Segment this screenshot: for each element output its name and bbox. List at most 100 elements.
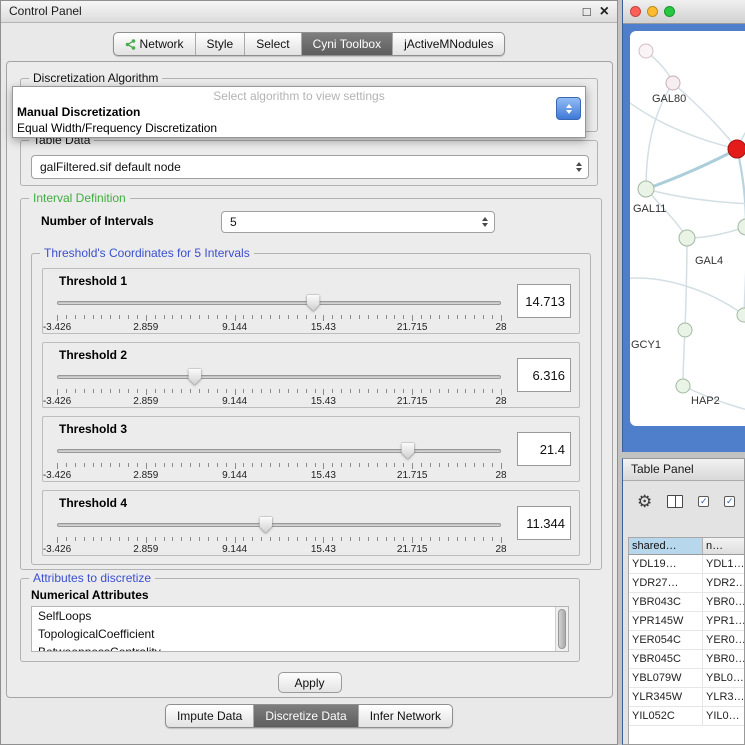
network-node[interactable]	[728, 140, 745, 158]
combobox-arrows-icon[interactable]	[556, 97, 581, 120]
table-cell[interactable]: YBL079W	[629, 669, 703, 687]
tab-cyni-toolbox[interactable]: Cyni Toolbox	[301, 33, 392, 55]
slider-handle[interactable]	[259, 517, 272, 533]
tick-mark	[332, 463, 333, 467]
threshold-value-field[interactable]	[517, 506, 571, 540]
network-node-label: GAL80	[652, 93, 686, 105]
network-canvas[interactable]: GAL80GAL11GAL4GCY1HAP2	[630, 31, 745, 426]
threshold-value-field[interactable]	[517, 432, 571, 466]
threshold-panel-3: Threshold 3-3.4262.8599.14415.4321.71528	[42, 416, 580, 482]
threshold-value-field[interactable]	[517, 358, 571, 392]
slider-track[interactable]	[57, 375, 501, 379]
network-node[interactable]	[679, 230, 695, 246]
threshold-slider[interactable]: -3.4262.8599.14415.4321.71528	[57, 515, 501, 555]
table-cell[interactable]: YDR2…	[703, 574, 745, 592]
network-node[interactable]	[676, 379, 690, 393]
table-row[interactable]: YIL052CYIL0…	[629, 707, 745, 726]
network-node[interactable]	[666, 76, 680, 90]
attribute-list-item[interactable]: SelfLoops	[32, 607, 555, 625]
tab-impute-data[interactable]: Impute Data	[166, 705, 253, 727]
attribute-list-item[interactable]: TopologicalCoefficient	[32, 625, 555, 643]
float-window-icon[interactable]: □	[583, 5, 591, 18]
network-node[interactable]	[678, 323, 692, 337]
table-cell[interactable]: YBR043C	[629, 593, 703, 611]
table-row[interactable]: YBR043CYBR0…	[629, 593, 745, 612]
threshold-slider[interactable]: -3.4262.8599.14415.4321.71528	[57, 367, 501, 407]
table-row[interactable]: YBL079WYBL0…	[629, 669, 745, 688]
table-cell[interactable]: YDL1…	[703, 555, 745, 573]
table-column-header[interactable]: shared…	[629, 538, 703, 554]
checkbox-icon[interactable]: ✓	[698, 496, 709, 507]
table-data-group: Table Data galFiltered.sif default node	[20, 140, 598, 186]
list-scrollbar[interactable]	[555, 607, 568, 651]
tab-infer-network[interactable]: Infer Network	[358, 705, 452, 727]
tick-mark	[439, 537, 440, 541]
apply-button[interactable]: Apply	[278, 672, 342, 693]
tick-mark	[75, 537, 76, 541]
table-cell[interactable]: YBR0…	[703, 593, 745, 611]
tick-mark	[394, 537, 395, 541]
scrollbar-thumb[interactable]	[558, 609, 566, 649]
tab-style[interactable]: Style	[195, 33, 245, 55]
table-cell[interactable]: YBR045C	[629, 650, 703, 668]
columns-icon[interactable]	[667, 495, 683, 508]
table-data-combobox[interactable]: galFiltered.sif default node	[31, 155, 589, 179]
tab-network[interactable]: Network	[114, 33, 195, 55]
table-cell[interactable]: YBL0…	[703, 669, 745, 687]
minimize-traffic-light[interactable]	[647, 6, 658, 17]
table-row[interactable]: YDL19…YDL1…	[629, 555, 745, 574]
table-row[interactable]: YBR045CYBR0…	[629, 650, 745, 669]
tick-mark	[288, 315, 289, 319]
slider-track[interactable]	[57, 449, 501, 453]
threshold-value-field[interactable]	[517, 284, 571, 318]
algorithm-option-manual-discretization[interactable]: Manual Discretization	[13, 104, 585, 120]
table-cell[interactable]: YLR3…	[703, 688, 745, 706]
network-node[interactable]	[738, 219, 745, 235]
table-cell[interactable]: YPR1…	[703, 612, 745, 630]
slider-handle[interactable]	[307, 295, 320, 311]
tab-select[interactable]: Select	[244, 33, 300, 55]
tab-discretize-data[interactable]: Discretize Data	[253, 705, 357, 727]
table-row[interactable]: YER054CYER0…	[629, 631, 745, 650]
tick-mark	[474, 537, 475, 541]
table-cell[interactable]: YIL0…	[703, 707, 745, 725]
tick-mark	[146, 389, 147, 395]
tick-mark	[474, 389, 475, 393]
bottom-tabs-row: Impute Data Discretize Data Infer Network	[1, 704, 617, 728]
gear-icon[interactable]: ⚙	[637, 493, 652, 510]
network-node[interactable]	[638, 181, 654, 197]
slider-track[interactable]	[57, 523, 501, 527]
slider-handle[interactable]	[188, 369, 201, 385]
table-row[interactable]: YPR145WYPR1…	[629, 612, 745, 631]
zoom-traffic-light[interactable]	[664, 6, 675, 17]
tab-jactivemnodules[interactable]: jActiveMNodules	[392, 33, 504, 55]
table-row[interactable]: YDR27…YDR2…	[629, 574, 745, 593]
table-cell[interactable]: YER0…	[703, 631, 745, 649]
threshold-slider[interactable]: -3.4262.8599.14415.4321.71528	[57, 293, 501, 333]
tick-mark	[448, 463, 449, 467]
network-node[interactable]	[639, 44, 653, 58]
tick-mark	[315, 537, 316, 541]
slider-track[interactable]	[57, 301, 501, 305]
close-traffic-light[interactable]	[630, 6, 641, 17]
checkbox-icon[interactable]: ✓	[724, 496, 735, 507]
table-cell[interactable]: YDL19…	[629, 555, 703, 573]
number-of-intervals-combobox[interactable]: 5	[221, 211, 495, 233]
table-cell[interactable]: YBR0…	[703, 650, 745, 668]
slider-handle[interactable]	[401, 443, 414, 459]
table-cell[interactable]: YIL052C	[629, 707, 703, 725]
tab-label: Discretize Data	[265, 709, 346, 723]
table-cell[interactable]: YLR345W	[629, 688, 703, 706]
attribute-list-item[interactable]: BetweennessCentrality	[32, 643, 555, 652]
threshold-slider[interactable]: -3.4262.8599.14415.4321.71528	[57, 441, 501, 481]
algorithm-option-equal-width-frequency-discretization[interactable]: Equal Width/Frequency Discretization	[13, 120, 585, 136]
table-row[interactable]: YLR345WYLR3…	[629, 688, 745, 707]
table-cell[interactable]: YPR145W	[629, 612, 703, 630]
table-cell[interactable]: YER054C	[629, 631, 703, 649]
tick-mark	[119, 389, 120, 393]
tick-mark	[403, 537, 404, 541]
close-icon[interactable]: ×	[600, 4, 609, 20]
tick-mark	[128, 389, 129, 393]
table-column-header[interactable]: n…	[703, 538, 745, 554]
table-cell[interactable]: YDR27…	[629, 574, 703, 592]
